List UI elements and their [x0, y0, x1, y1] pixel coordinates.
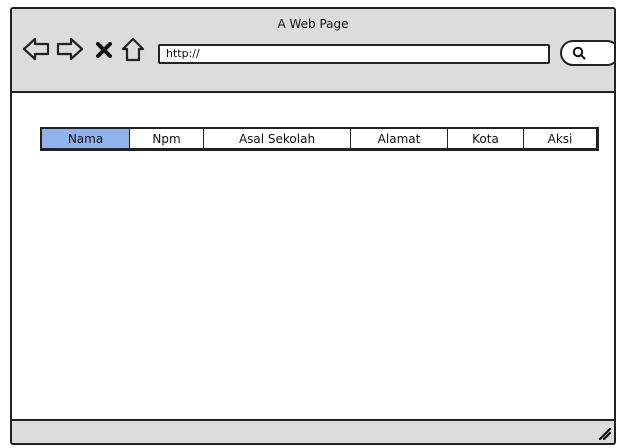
column-header-asal-sekolah[interactable]: Asal Sekolah — [204, 129, 351, 148]
browser-toolbar: A Web Page http:// — [12, 9, 614, 93]
column-header-npm[interactable]: Npm — [130, 129, 204, 148]
table-header: Nama Npm Asal Sekolah Alamat Kota Aksi — [40, 127, 599, 151]
page-content: Nama Npm Asal Sekolah Alamat Kota Aksi — [12, 93, 614, 421]
window-title: A Web Page — [277, 17, 349, 31]
column-header-aksi[interactable]: Aksi — [524, 129, 596, 148]
column-header-kota[interactable]: Kota — [448, 129, 524, 148]
browser-window: A Web Page http:// Nama Npm Asal Sekolah… — [10, 7, 616, 445]
search-button[interactable] — [560, 40, 614, 66]
resize-grip-icon[interactable] — [598, 427, 612, 441]
address-bar[interactable]: http:// — [158, 44, 550, 64]
status-bar — [12, 419, 614, 443]
back-arrow-icon[interactable] — [22, 37, 50, 61]
column-header-alamat[interactable]: Alamat — [351, 129, 448, 148]
forward-arrow-icon[interactable] — [56, 37, 84, 61]
home-icon[interactable] — [120, 37, 146, 63]
search-icon — [572, 46, 586, 60]
column-header-nama[interactable]: Nama — [42, 129, 130, 148]
close-icon[interactable] — [96, 42, 112, 58]
